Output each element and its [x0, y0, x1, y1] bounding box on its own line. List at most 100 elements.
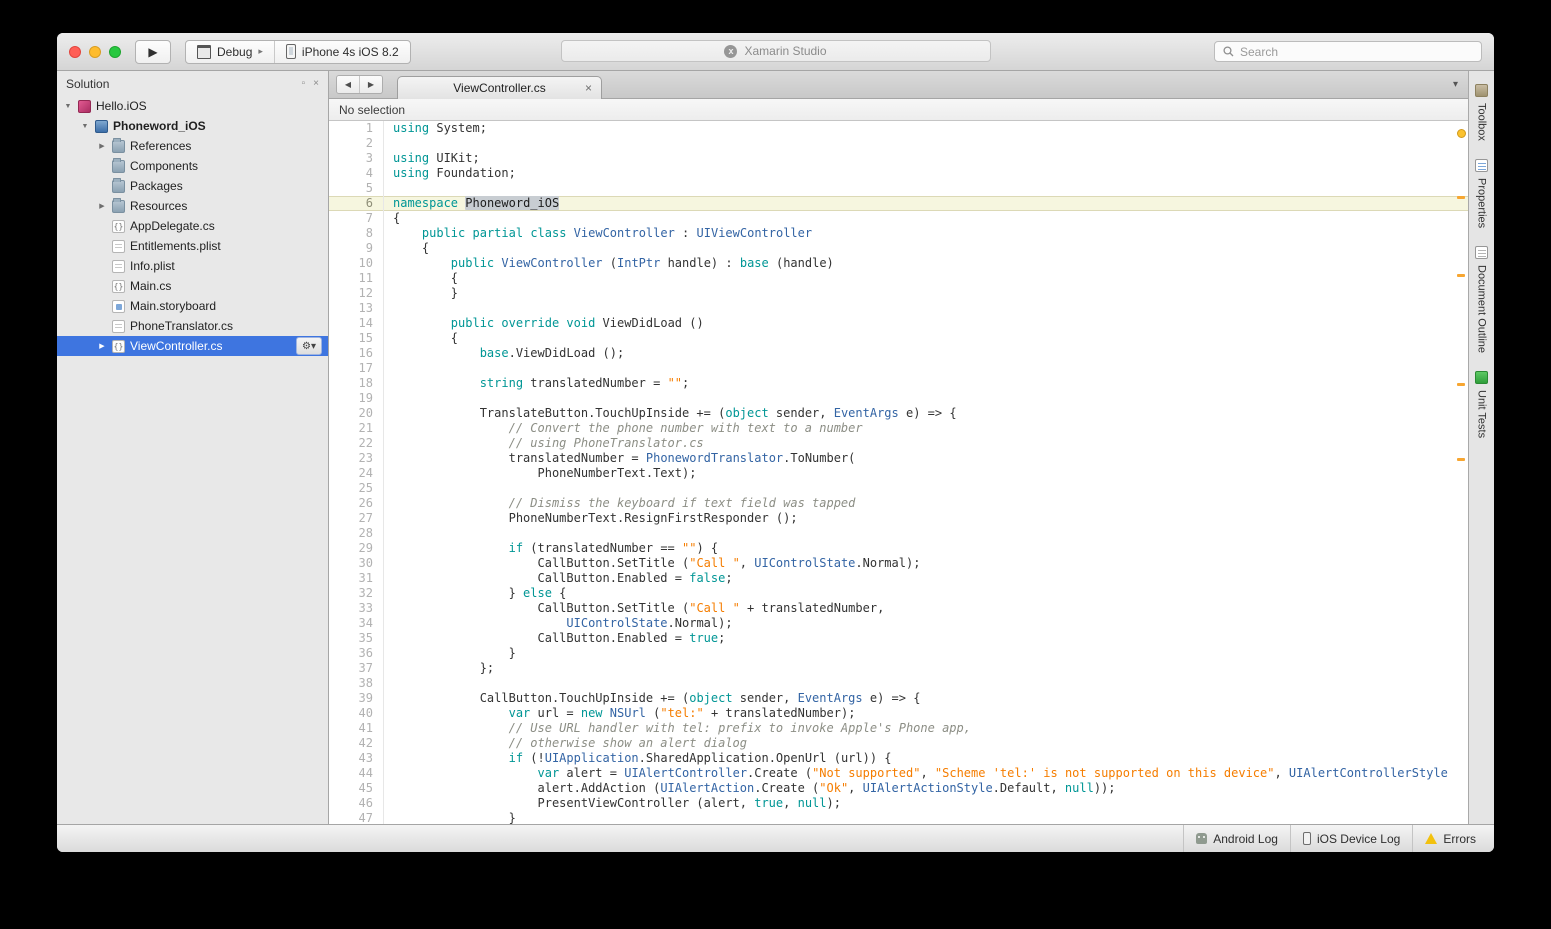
tree-item-hello-ios[interactable]: ▼Hello.iOS: [57, 96, 328, 116]
code-line[interactable]: 33 CallButton.SetTitle ("Call " + transl…: [329, 601, 1468, 616]
code-line[interactable]: 42 // otherwise show an alert dialog: [329, 736, 1468, 751]
code-line[interactable]: 11 {: [329, 271, 1468, 286]
tab-list-dropdown-icon[interactable]: ▾: [1453, 79, 1461, 90]
disclosure-closed-icon[interactable]: ▶: [97, 342, 107, 350]
code-line[interactable]: 26 // Dismiss the keyboard if text field…: [329, 496, 1468, 511]
zoom-window-button[interactable]: [109, 46, 121, 58]
search-input[interactable]: Search: [1214, 41, 1482, 62]
tree-item-viewcontroller-cs[interactable]: ▶{}ViewController.cs⚙▾: [57, 336, 328, 356]
code-line[interactable]: 22 // using PhoneTranslator.cs: [329, 436, 1468, 451]
code-line[interactable]: 46 PresentViewController (alert, true, n…: [329, 796, 1468, 811]
code-line[interactable]: 3using UIKit;: [329, 151, 1468, 166]
tree-item-components[interactable]: Components: [57, 156, 328, 176]
disclosure-open-icon[interactable]: ▼: [63, 103, 73, 110]
code-line[interactable]: 10 public ViewController (IntPtr handle)…: [329, 256, 1468, 271]
code-line[interactable]: 8 public partial class ViewController : …: [329, 226, 1468, 241]
right-tab-unit-tests[interactable]: Unit Tests: [1469, 362, 1494, 447]
code-line[interactable]: 43 if (!UIApplication.SharedApplication.…: [329, 751, 1468, 766]
code-line[interactable]: 44 var alert = UIAlertController.Create …: [329, 766, 1468, 781]
code-line[interactable]: 23 translatedNumber = PhonewordTranslato…: [329, 451, 1468, 466]
bottom-bar-label: Android Log: [1213, 832, 1278, 846]
configuration-selector[interactable]: Debug ▸: [186, 41, 274, 63]
disclosure-closed-icon[interactable]: ▶: [97, 202, 107, 210]
tree-item-appdelegate-cs[interactable]: {}AppDelegate.cs: [57, 216, 328, 236]
code-line[interactable]: 30 CallButton.SetTitle ("Call ", UIContr…: [329, 556, 1468, 571]
code-line[interactable]: 28: [329, 526, 1468, 541]
code-line[interactable]: 45 alert.AddAction (UIAlertAction.Create…: [329, 781, 1468, 796]
change-marker[interactable]: [1457, 274, 1465, 277]
change-marker[interactable]: [1457, 458, 1465, 461]
minimize-window-button[interactable]: [89, 46, 101, 58]
tree-item-references[interactable]: ▶References: [57, 136, 328, 156]
code-line[interactable]: 25: [329, 481, 1468, 496]
forward-icon: ▶: [368, 80, 374, 89]
code-line[interactable]: 9 {: [329, 241, 1468, 256]
code-line[interactable]: 2: [329, 136, 1468, 151]
errors-log-button[interactable]: Errors: [1412, 825, 1488, 852]
code-line[interactable]: 5: [329, 181, 1468, 196]
change-marker[interactable]: [1457, 383, 1465, 386]
tree-item-main-cs[interactable]: {}Main.cs: [57, 276, 328, 296]
dock-pane-icon[interactable]: ▫: [302, 78, 306, 89]
navigate-back-button[interactable]: ◀: [337, 76, 359, 93]
code-line[interactable]: 12 }: [329, 286, 1468, 301]
code-line[interactable]: 27 PhoneNumberText.ResignFirstResponder …: [329, 511, 1468, 526]
code-line[interactable]: 39 CallButton.TouchUpInside += (object s…: [329, 691, 1468, 706]
tree-item-resources[interactable]: ▶Resources: [57, 196, 328, 216]
right-tab-toolbox[interactable]: Toolbox: [1469, 75, 1494, 150]
code-line[interactable]: 15 {: [329, 331, 1468, 346]
code-line-text: UIControlState.Normal);: [383, 616, 1468, 631]
item-options-button[interactable]: ⚙▾: [296, 337, 322, 355]
code-line[interactable]: 7{: [329, 211, 1468, 226]
code-editor[interactable]: 1using System;23using UIKit;4using Found…: [329, 121, 1468, 824]
code-line[interactable]: 35 CallButton.Enabled = true;: [329, 631, 1468, 646]
disclosure-open-icon[interactable]: ▼: [80, 123, 90, 130]
code-line[interactable]: 36 }: [329, 646, 1468, 661]
code-line[interactable]: 24 PhoneNumberText.Text);: [329, 466, 1468, 481]
code-line[interactable]: 31 CallButton.Enabled = false;: [329, 571, 1468, 586]
code-line[interactable]: 1using System;: [329, 121, 1468, 136]
tree-item-phonetranslator-cs[interactable]: PhoneTranslator.cs: [57, 316, 328, 336]
tree-item-entitlements-plist[interactable]: Entitlements.plist: [57, 236, 328, 256]
close-window-button[interactable]: [69, 46, 81, 58]
code-line[interactable]: 6namespace Phoneword_iOS: [329, 196, 1468, 211]
code-line[interactable]: 38: [329, 676, 1468, 691]
tree-item-phoneword-ios[interactable]: ▼Phoneword_iOS: [57, 116, 328, 136]
code-line[interactable]: 29 if (translatedNumber == "") {: [329, 541, 1468, 556]
line-number: 29: [329, 541, 383, 556]
code-line[interactable]: 21 // Convert the phone number with text…: [329, 421, 1468, 436]
code-line[interactable]: 17: [329, 361, 1468, 376]
close-pane-icon[interactable]: ×: [313, 78, 319, 89]
quicktask-indicator-icon[interactable]: [1457, 129, 1466, 138]
line-number: 13: [329, 301, 383, 316]
code-line[interactable]: 16 base.ViewDidLoad ();: [329, 346, 1468, 361]
tree-item-main-storyboard[interactable]: Main.storyboard: [57, 296, 328, 316]
disclosure-closed-icon[interactable]: ▶: [97, 142, 107, 150]
code-line-text: var url = new NSUrl ("tel:" + translated…: [383, 706, 1468, 721]
code-line[interactable]: 18 string translatedNumber = "";: [329, 376, 1468, 391]
ios-device-log-button[interactable]: iOS Device Log: [1290, 825, 1412, 852]
change-marker[interactable]: [1457, 196, 1465, 199]
code-line[interactable]: 13: [329, 301, 1468, 316]
tab-viewcontroller-cs[interactable]: ViewController.cs ×: [397, 76, 602, 99]
code-line[interactable]: 20 TranslateButton.TouchUpInside += (obj…: [329, 406, 1468, 421]
code-line[interactable]: 4using Foundation;: [329, 166, 1468, 181]
right-tab-properties[interactable]: Properties: [1469, 150, 1494, 237]
run-button[interactable]: ▶: [135, 40, 171, 64]
code-line[interactable]: 41 // Use URL handler with tel: prefix t…: [329, 721, 1468, 736]
tree-item-packages[interactable]: Packages: [57, 176, 328, 196]
device-selector[interactable]: iPhone 4s iOS 8.2: [274, 41, 410, 63]
android-log-button[interactable]: Android Log: [1183, 825, 1290, 852]
code-line[interactable]: 32 } else {: [329, 586, 1468, 601]
code-line[interactable]: 47 }: [329, 811, 1468, 824]
code-line[interactable]: 37 };: [329, 661, 1468, 676]
code-line[interactable]: 40 var url = new NSUrl ("tel:" + transla…: [329, 706, 1468, 721]
tab-close-icon[interactable]: ×: [585, 81, 592, 95]
code-line[interactable]: 34 UIControlState.Normal);: [329, 616, 1468, 631]
navigate-forward-button[interactable]: ▶: [359, 76, 382, 93]
code-line[interactable]: 19: [329, 391, 1468, 406]
line-number: 26: [329, 496, 383, 511]
tree-item-info-plist[interactable]: Info.plist: [57, 256, 328, 276]
code-line[interactable]: 14 public override void ViewDidLoad (): [329, 316, 1468, 331]
right-tab-document-outline[interactable]: Document Outline: [1469, 237, 1494, 362]
